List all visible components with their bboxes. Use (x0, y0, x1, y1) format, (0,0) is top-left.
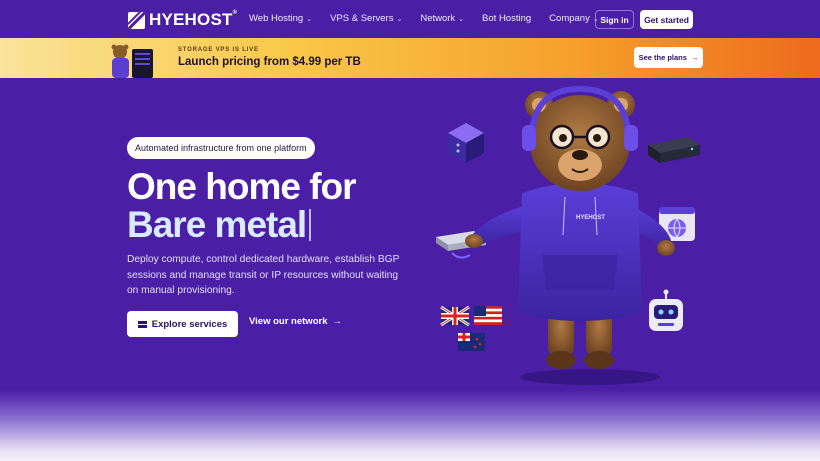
brand-logo[interactable]: HYEHOST® (128, 10, 237, 30)
top-nav: HYEHOST® Web Hosting ⌄ VPS & Servers ⌄ Net… (0, 0, 820, 38)
brand-registered-mark: ® (232, 10, 238, 16)
banner-mascot-icon (111, 44, 153, 78)
banner-title: Launch pricing from $4.99 per TB (178, 56, 361, 68)
hero-headline-line-1: One home for (127, 166, 357, 207)
view-network-link[interactable]: View our network → (249, 316, 342, 327)
arrow-right-icon: → (690, 53, 699, 62)
cube-server-icon (448, 123, 484, 163)
hero-headline-line-2: Bare metal (127, 205, 312, 245)
sign-in-button[interactable]: Sign in (595, 10, 634, 29)
see-plans-button[interactable]: See the plans → (634, 47, 703, 68)
server-stack-icon (137, 320, 147, 328)
brand-name: HYEHOST (149, 10, 233, 29)
chevron-down-icon: ⌄ (396, 15, 403, 23)
robot-icon (649, 289, 683, 331)
hero-tagline-pill: Automated infrastructure from one platfo… (127, 137, 315, 159)
nav-item-vps-servers[interactable]: VPS & Servers ⌄ (330, 13, 402, 24)
hero-bottom-fade (0, 390, 820, 461)
explore-services-button[interactable]: Explore services (127, 311, 238, 337)
arrow-right-icon: → (332, 316, 342, 327)
mascot-illustration: HYEHOST (436, 85, 700, 385)
chevron-down-icon: ⌄ (458, 15, 465, 23)
flag-us-icon (474, 306, 502, 325)
nav-item-network[interactable]: Network ⌄ (420, 13, 464, 24)
logo-mark-icon (128, 11, 145, 29)
flag-uk-icon (440, 305, 470, 327)
hero-description: Deploy compute, control dedicated hardwa… (127, 254, 400, 296)
typing-caret (309, 209, 312, 241)
banner-eyebrow: STORAGE VPS IS LIVE (178, 47, 259, 53)
nav-item-bot-hosting[interactable]: Bot Hosting (482, 13, 531, 24)
chevron-down-icon: ⌄ (306, 15, 313, 23)
rack-server-icon (648, 137, 700, 163)
nav-item-company[interactable]: Company ⌄ (549, 13, 599, 24)
bear-mascot-icon: HYEHOST (465, 85, 675, 369)
get-started-button[interactable]: Get started (640, 10, 693, 29)
nav-menu: Web Hosting ⌄ VPS & Servers ⌄ Network ⌄ Bot… (249, 13, 599, 24)
flag-nz-icon (458, 333, 485, 351)
svg-text:HYEHOST: HYEHOST (576, 215, 605, 221)
nav-item-web-hosting[interactable]: Web Hosting ⌄ (249, 13, 312, 24)
